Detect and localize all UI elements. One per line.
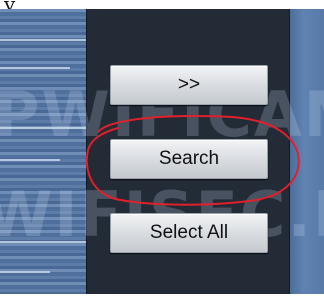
- forward-button[interactable]: >>: [110, 65, 268, 105]
- right-list-panel[interactable]: [290, 9, 324, 294]
- screenshot-frame: y PWIFICAM WIFISEC.FR >> Search Select A…: [0, 0, 324, 302]
- list-row-divider: [0, 241, 86, 243]
- search-button[interactable]: Search: [110, 139, 268, 179]
- list-row-divider: [0, 159, 60, 161]
- left-list-panel[interactable]: [0, 9, 86, 294]
- select-all-button[interactable]: Select All: [110, 213, 268, 253]
- bottom-margin: [0, 294, 324, 302]
- list-row-divider: [0, 39, 86, 41]
- list-row-divider: [0, 67, 70, 69]
- list-row-divider: [0, 127, 86, 129]
- list-row-divider: [0, 271, 50, 273]
- top-margin: y: [0, 0, 324, 14]
